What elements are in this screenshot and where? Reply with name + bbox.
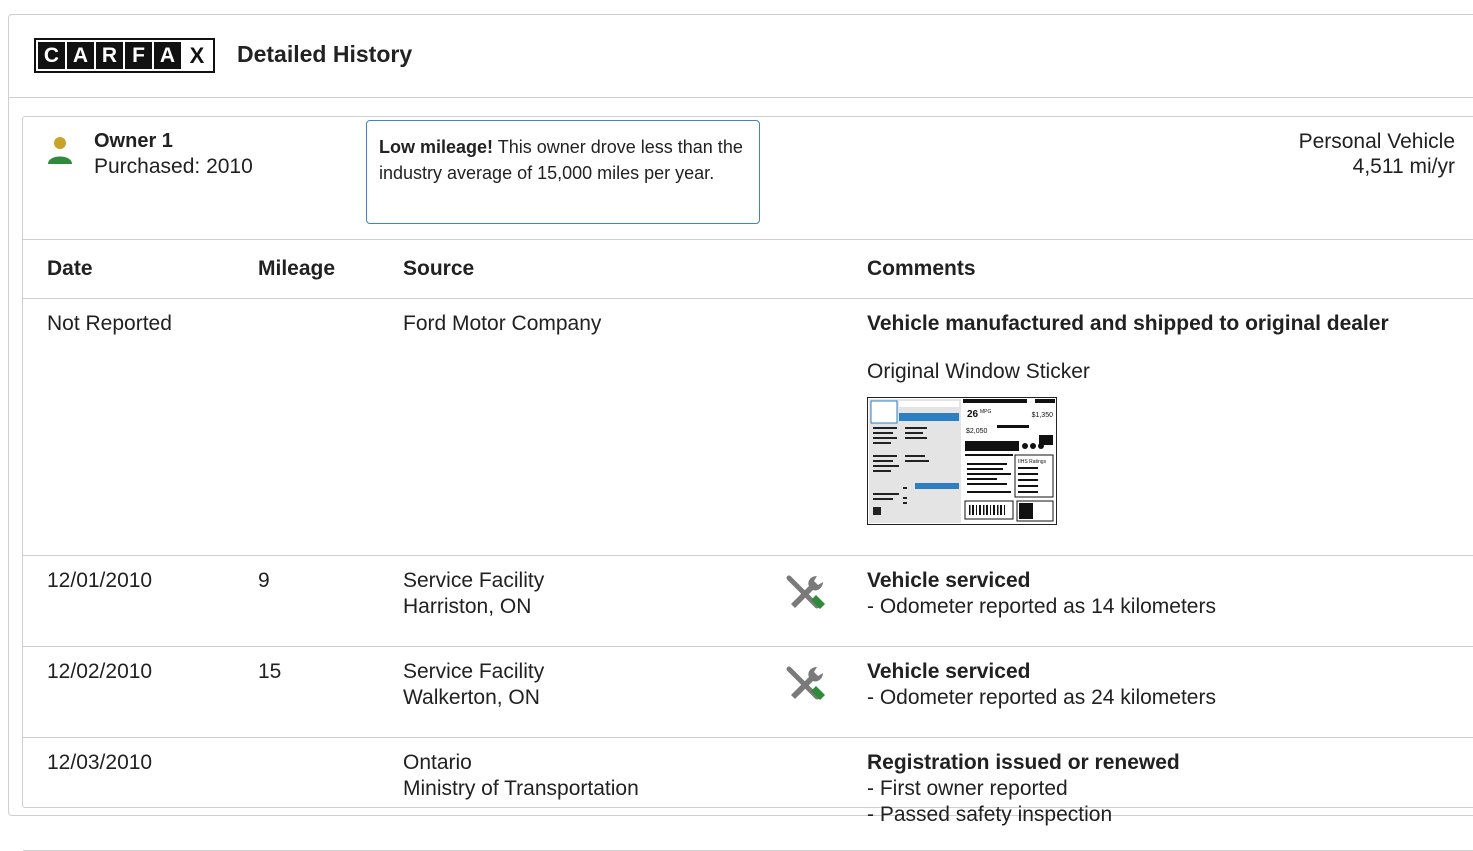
row-mileage: 15: [258, 646, 403, 738]
row-source: Ford Motor Company: [403, 298, 783, 556]
table-header-row: Date Mileage Source Comments: [23, 239, 1473, 299]
col-date: Date: [23, 239, 258, 299]
row-comments: Registration issued or renewed - First o…: [867, 737, 1473, 851]
source-line: Ontario: [403, 751, 472, 774]
comment-line: - Passed safety inspection: [867, 803, 1113, 826]
row-source: Ontario Ministry of Transportation: [403, 737, 783, 851]
service-tools-icon: [786, 575, 825, 609]
source-line: Service Facility: [403, 660, 545, 683]
row-comments: Vehicle serviced - Odometer reported as …: [867, 555, 1473, 647]
owner-name: Owner 1: [94, 130, 173, 152]
carfax-logo: C A R F A X: [34, 38, 215, 73]
row-comments: Vehicle manufactured and shipped to orig…: [867, 298, 1473, 556]
row-source: Service Facility Walkerton, ON: [403, 646, 783, 738]
col-mileage: Mileage: [258, 239, 403, 299]
window-sticker-thumbnail[interactable]: 26 MPG $1,350 $2,050 IIHS Ratings: [867, 397, 1057, 525]
logo-letter: A: [67, 42, 94, 69]
comment-line: - First owner reported: [867, 777, 1068, 800]
logo-letter: F: [125, 42, 152, 69]
source-line: Service Facility: [403, 569, 545, 592]
table-row: Not Reported Ford Motor Company Vehicle …: [23, 298, 1473, 556]
comment-title: Vehicle manufactured and shipped to orig…: [867, 312, 1389, 335]
low-mileage-callout: Low mileage! This owner drove less than …: [366, 120, 760, 224]
col-source: Source: [403, 239, 783, 299]
source-line: Ministry of Transportation: [403, 777, 639, 800]
row-comments: Vehicle serviced - Odometer reported as …: [867, 646, 1473, 738]
row-date: 12/01/2010: [23, 555, 258, 647]
vehicle-type: Personal Vehicle: [1298, 130, 1455, 153]
owner-header: Owner 1 Purchased: 2010 Low mileage! Thi…: [23, 117, 1473, 239]
logo-letter: C: [38, 42, 65, 69]
person-icon: [48, 137, 72, 164]
row-date: 12/03/2010: [23, 737, 258, 851]
logo-letter: R: [96, 42, 123, 69]
row-icon-cell: [783, 298, 867, 556]
history-table: Date Mileage Source Comments Not Reporte…: [23, 239, 1473, 851]
source-line: Ford Motor Company: [403, 312, 602, 335]
row-icon-cell: [783, 646, 867, 738]
row-mileage: 9: [258, 555, 403, 647]
row-icon-cell: [783, 555, 867, 647]
row-date: Not Reported: [23, 298, 258, 556]
col-comments: Comments: [867, 239, 1473, 299]
comment-line: - Odometer reported as 14 kilometers: [867, 595, 1216, 618]
comment-title: Vehicle serviced: [867, 660, 1031, 683]
panel-header: C A R F A X Detailed History: [9, 15, 1473, 98]
mileage-rate: 4,511 mi/yr: [1352, 155, 1455, 178]
table-row: 12/03/2010 Ontario Ministry of Transport…: [23, 737, 1473, 851]
row-icon-cell: [783, 737, 867, 851]
row-mileage: [258, 298, 403, 556]
sticker-ratings-label: IIHS Ratings: [1018, 459, 1047, 465]
comment-line: - Odometer reported as 24 kilometers: [867, 686, 1216, 709]
table-row: 12/02/2010 15 Service Facility Walkerton…: [23, 646, 1473, 738]
table-row: 12/01/2010 9 Service Facility Harriston,…: [23, 555, 1473, 647]
row-date: 12/02/2010: [23, 646, 258, 738]
sticker-savings: $2,050: [966, 428, 988, 435]
sticker-mpg: 26: [967, 409, 979, 420]
callout-bold: Low mileage!: [379, 137, 494, 157]
owner-purchased: Purchased: 2010: [94, 155, 253, 178]
logo-letter: X: [183, 42, 211, 69]
comment-title: Vehicle serviced: [867, 569, 1031, 592]
row-source: Service Facility Harriston, ON: [403, 555, 783, 647]
source-line: Harriston, ON: [403, 595, 532, 618]
col-icon: [783, 239, 867, 299]
sticker-mpg-unit: MPG: [980, 409, 992, 415]
owner-vehicle-info: Personal Vehicle 4,511 mi/yr: [1299, 129, 1455, 179]
sticker-label: Original Window Sticker: [867, 360, 1090, 383]
logo-letter: A: [154, 42, 181, 69]
row-mileage: [258, 737, 403, 851]
owner-section: Owner 1 Purchased: 2010 Low mileage! Thi…: [22, 116, 1473, 851]
service-tools-icon: [786, 666, 825, 700]
page-title: Detailed History: [237, 41, 413, 67]
sticker-fuel-cost: $1,350: [1032, 412, 1054, 419]
source-line: Walkerton, ON: [403, 686, 540, 709]
comment-title: Registration issued or renewed: [867, 751, 1180, 774]
